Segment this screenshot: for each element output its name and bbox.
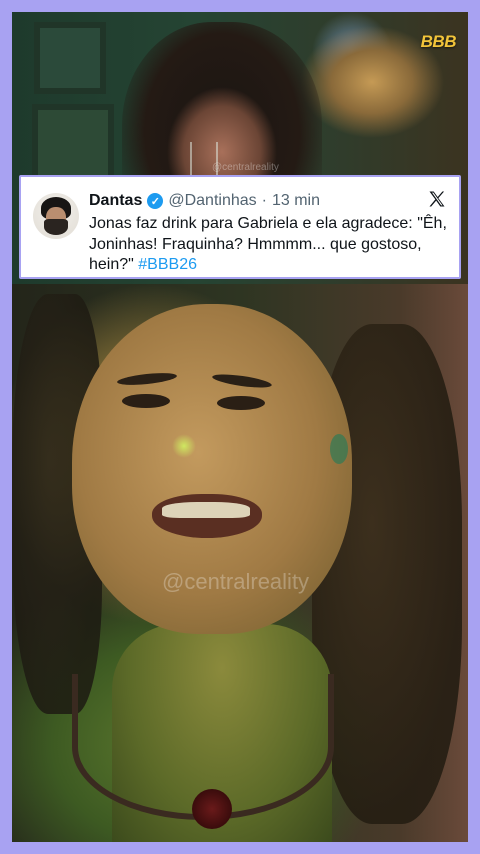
video-scene-closeup: @centralreality xyxy=(12,284,468,842)
bbb-logo: BBB xyxy=(420,32,457,51)
light-reflection xyxy=(172,434,196,458)
eye xyxy=(217,396,265,410)
necklace-pendant xyxy=(192,789,232,829)
video-watermark: @centralreality xyxy=(162,569,310,594)
video-frame[interactable]: @centralreality BBB @centralreality xyxy=(12,12,468,842)
small-watermark: @centralreality xyxy=(212,162,279,173)
tweet-header: Dantas ✓ @Dantinhas · 13 min xyxy=(89,190,320,212)
earring xyxy=(330,434,348,464)
display-name[interactable]: Dantas xyxy=(89,192,142,210)
teeth xyxy=(162,502,250,518)
wall-picture xyxy=(32,104,114,186)
wall-picture xyxy=(34,22,106,94)
verified-badge-icon: ✓ xyxy=(147,193,164,209)
timestamp[interactable]: 13 min xyxy=(272,192,320,210)
tweet-card[interactable]: Dantas ✓ @Dantinhas · 13 min Jonas faz d… xyxy=(19,175,461,279)
avatar[interactable] xyxy=(33,193,79,239)
x-logo-icon[interactable] xyxy=(427,189,447,209)
tweet-text: Jonas faz drink para Gabriela e ela agra… xyxy=(89,214,449,276)
user-handle[interactable]: @Dantinhas xyxy=(168,192,256,210)
hashtag-link[interactable]: #BBB26 xyxy=(138,256,197,273)
separator: · xyxy=(261,192,267,209)
eye xyxy=(122,394,170,408)
